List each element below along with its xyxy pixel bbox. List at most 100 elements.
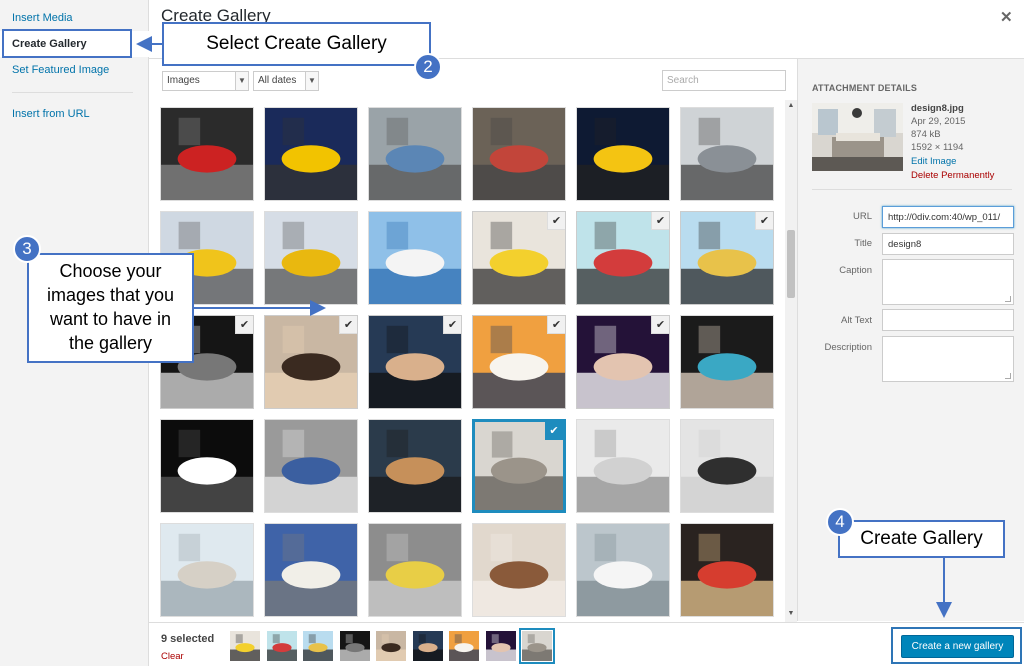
check-icon[interactable]: ✔ (443, 316, 461, 334)
step4-badge: 4 (826, 508, 854, 536)
create-new-gallery-button[interactable]: Create a new gallery (901, 635, 1014, 658)
selection-toolbar: 9 selected Clear Create a new gallery (149, 622, 1024, 666)
attachment-thumbnail (369, 212, 461, 304)
attachment-tile[interactable] (264, 419, 358, 513)
selection-count: 9 selected (161, 633, 215, 645)
attachment-tile[interactable] (680, 107, 774, 201)
title-label: Title (854, 238, 872, 249)
menu-highlight-frame (2, 29, 132, 58)
menu-item-set-featured-image[interactable]: Set Featured Image (0, 57, 149, 83)
attachment-tile[interactable] (160, 107, 254, 201)
close-icon[interactable]: ✕ (1000, 8, 1013, 26)
search-input[interactable] (662, 70, 786, 91)
caption-label: Caption (839, 265, 872, 276)
menu-item-insert-media[interactable]: Insert Media (0, 5, 149, 31)
details-filename: design8.jpg (911, 103, 964, 114)
media-type-filter[interactable]: Images ▼ (162, 71, 249, 91)
callout-step2: Select Create Gallery (162, 22, 431, 66)
grid-scrollbar[interactable]: ▲ ▼ (785, 100, 797, 622)
check-icon[interactable]: ✔ (755, 212, 773, 230)
attachment-tile[interactable]: ✔ (472, 211, 566, 305)
title-field[interactable] (882, 233, 1014, 255)
details-date: Apr 29, 2015 (911, 116, 966, 127)
url-field[interactable] (882, 206, 1014, 228)
selected-thumbnail[interactable] (303, 631, 333, 661)
menu-item-insert-from-url[interactable]: Insert from URL (0, 101, 149, 127)
attachment-tile[interactable]: ✔ (368, 315, 462, 409)
check-icon[interactable]: ✔ (545, 422, 563, 440)
selected-thumbnail[interactable] (519, 628, 555, 664)
callout-step4-text: Create Gallery (860, 528, 983, 549)
attachment-thumbnail (681, 316, 773, 408)
url-label: URL (852, 211, 872, 222)
details-thumbnail (812, 103, 903, 171)
attachment-thumbnail (265, 212, 357, 304)
attachment-tile[interactable]: ✔ (576, 211, 670, 305)
date-filter[interactable]: All dates ▼ (253, 71, 319, 91)
scroll-down-icon[interactable]: ▼ (785, 608, 797, 620)
attachment-tile[interactable] (160, 523, 254, 617)
selected-thumbnail[interactable] (376, 631, 406, 661)
attachment-tile[interactable] (264, 211, 358, 305)
attachment-thumbnail (161, 108, 253, 200)
selected-thumbnail[interactable] (266, 631, 297, 661)
check-icon[interactable]: ✔ (651, 212, 669, 230)
alt-text-field[interactable] (882, 309, 1014, 331)
check-icon[interactable]: ✔ (547, 212, 565, 230)
chevron-down-icon: ▼ (305, 72, 318, 90)
attachment-tile[interactable] (680, 523, 774, 617)
attachment-tile[interactable]: ✔ (576, 315, 670, 409)
callout-step4: Create Gallery (838, 520, 1005, 558)
details-divider (812, 189, 1012, 190)
attachment-tile[interactable] (264, 107, 358, 201)
check-icon[interactable]: ✔ (339, 316, 357, 334)
attachment-thumbnail (577, 524, 669, 616)
attachment-tile[interactable] (472, 523, 566, 617)
attachment-tile[interactable] (160, 419, 254, 513)
attachment-tile[interactable] (368, 107, 462, 201)
attachment-tile[interactable] (680, 315, 774, 409)
selected-thumbnail[interactable] (449, 631, 479, 661)
selected-thumbnail[interactable] (339, 631, 370, 661)
check-icon[interactable]: ✔ (547, 316, 565, 334)
attachment-tile[interactable]: ✔ (472, 315, 566, 409)
attachment-thumbnail (681, 420, 773, 512)
attachment-thumbnail (577, 420, 669, 512)
attachment-tile[interactable]: ✔ (264, 315, 358, 409)
clear-selection-link[interactable]: Clear (161, 651, 184, 662)
scroll-up-icon[interactable]: ▲ (785, 100, 797, 112)
bedroom-thumbnail-image (812, 103, 903, 171)
attachment-tile[interactable] (368, 523, 462, 617)
attachment-tile[interactable] (472, 107, 566, 201)
menu-separator (12, 92, 133, 93)
attachment-tile[interactable] (264, 523, 358, 617)
delete-permanently-link[interactable]: Delete Permanently (911, 170, 994, 181)
description-field[interactable] (882, 336, 1014, 382)
selected-thumbnail[interactable] (485, 631, 516, 661)
attachment-thumbnail (369, 108, 461, 200)
attachments-grid: ✔ ✔ ✔ ✔ ✔ ✔ ✔ ✔ ✔ (149, 100, 797, 622)
selected-thumbnail[interactable] (412, 631, 443, 661)
attachment-tile[interactable]: ✔ (680, 211, 774, 305)
selected-thumbnail[interactable] (230, 631, 260, 661)
scrollbar-thumb[interactable] (787, 230, 795, 298)
attachment-tile[interactable] (576, 107, 670, 201)
step2-badge: 2 (414, 53, 442, 81)
details-heading: ATTACHMENT DETAILS (812, 83, 918, 93)
attachment-thumbnail (369, 420, 461, 512)
attachment-tile[interactable] (576, 419, 670, 513)
attachment-tile[interactable] (368, 211, 462, 305)
attachment-tile[interactable] (680, 419, 774, 513)
attachment-thumbnail (265, 524, 357, 616)
edit-image-link[interactable]: Edit Image (911, 156, 956, 167)
attachment-tile[interactable] (368, 419, 462, 513)
caption-field[interactable] (882, 259, 1014, 305)
check-icon[interactable]: ✔ (235, 316, 253, 334)
media-type-filter-value: Images (167, 75, 200, 86)
attachment-thumbnail (265, 108, 357, 200)
attachment-thumbnail (265, 420, 357, 512)
callout-step2-text: Select Create Gallery (206, 33, 387, 54)
attachment-tile[interactable]: ✔ (472, 419, 566, 513)
check-icon[interactable]: ✔ (651, 316, 669, 334)
attachment-tile[interactable] (576, 523, 670, 617)
